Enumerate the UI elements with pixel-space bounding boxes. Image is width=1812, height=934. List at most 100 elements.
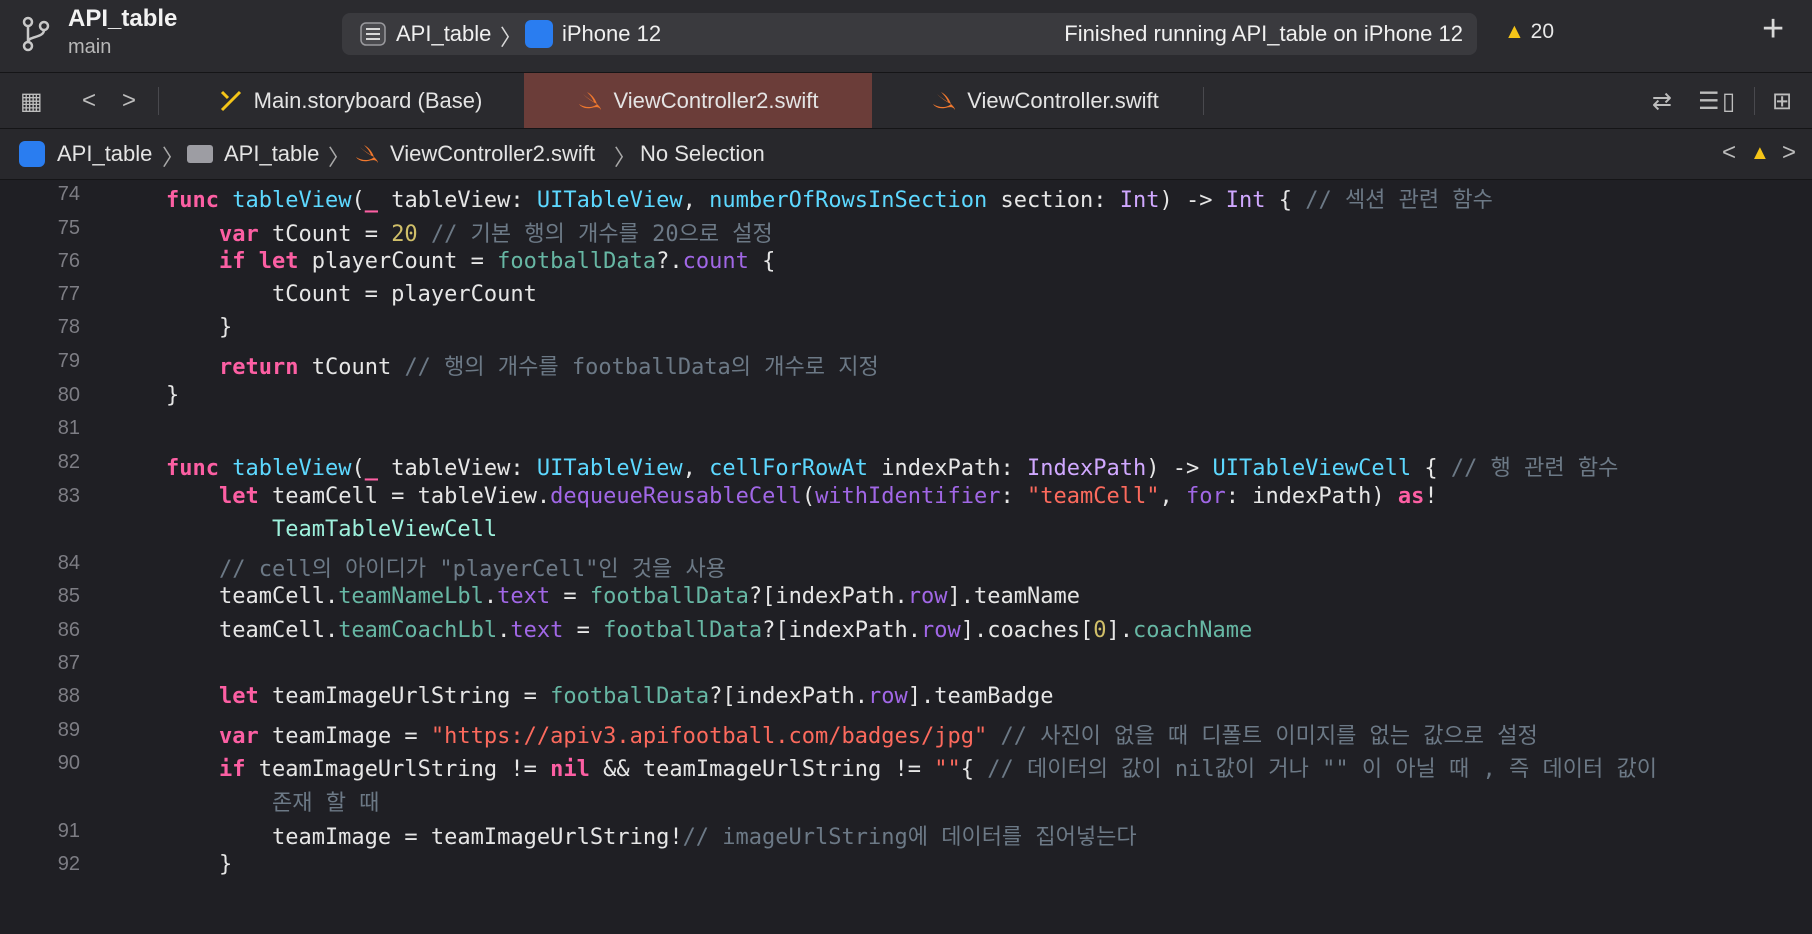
code-token: , (682, 188, 710, 213)
code-token: _ (364, 188, 378, 213)
code-text: teamCell.teamNameLbl.text = footballData… (166, 584, 1080, 609)
previous-issue-icon[interactable]: < (1722, 139, 1736, 167)
code-line[interactable]: 존재 할 때 (0, 783, 1812, 816)
tab-main-storyboard[interactable]: Main.storyboard (Base) (180, 73, 520, 128)
line-number: 89 (57, 719, 80, 741)
code-text: var tCount = 20 // 기본 행의 개수를 20으로 설정 (166, 216, 773, 248)
code-line[interactable]: 90 if teamImageUrlString != nil && teamI… (0, 749, 1812, 782)
activity-view: API_table 〉 iPhone 12 Finished running A… (342, 13, 1477, 55)
warning-icon[interactable]: ▲ (1750, 142, 1770, 165)
code-token: , (682, 456, 710, 481)
tab-viewcontroller2-swift[interactable]: ViewController2.swift (524, 73, 872, 128)
code-token: teamCell. (166, 618, 339, 643)
tab-label: Main.storyboard (Base) (253, 87, 483, 113)
code-token: playerCount = (298, 249, 498, 274)
code-line[interactable]: 88 let teamImageUrlString = footballData… (0, 682, 1812, 714)
code-text: } (166, 315, 232, 340)
scheme-target-icon[interactable] (360, 22, 386, 46)
code-token: "teamCell" (1027, 484, 1160, 509)
code-line[interactable]: 84 // cell의 아이디가 "playerCell"인 것을 사용 (0, 549, 1812, 583)
breadcrumb-folder[interactable]: API_table (224, 141, 319, 167)
code-line[interactable]: 89 var teamImage = "https://apiv3.apifoo… (0, 716, 1812, 749)
code-token: if (218, 249, 246, 274)
code-line[interactable]: 78 } (0, 313, 1812, 345)
code-line[interactable]: 83 let teamCell = tableView.dequeueReusa… (0, 482, 1812, 514)
swift-file-icon (579, 91, 602, 110)
swift-file-icon (356, 145, 378, 163)
code-text: let teamCell = tableView.dequeueReusable… (166, 484, 1438, 509)
code-line[interactable]: 80} (0, 381, 1812, 413)
minimap-options-icon[interactable]: ☰ (1698, 87, 1720, 116)
code-token: { (1411, 456, 1451, 481)
code-token: teamNameLbl (338, 584, 484, 609)
code-token: . (497, 618, 511, 643)
add-editor-icon[interactable]: ⊞ (1772, 87, 1792, 116)
code-token: withIdentifier (815, 484, 1001, 509)
code-token: "https://apiv3.apifootball.com/badges/jp… (430, 724, 988, 749)
tab-viewcontroller-swift[interactable]: ViewController.swift (880, 73, 1210, 128)
code-token: coachName (1132, 618, 1253, 643)
code-line[interactable]: 74 func tableView(_ tableView: UITableVie… (0, 180, 1812, 213)
code-token: dequeueReusableCell (550, 484, 802, 509)
code-line[interactable]: 77 tCount = playerCount (0, 280, 1812, 312)
code-token: "" (934, 757, 961, 782)
code-line[interactable]: 87 (0, 649, 1812, 681)
code-line[interactable]: 92 } (0, 850, 1812, 882)
next-issue-icon[interactable]: > (1782, 139, 1796, 167)
split-view-icon[interactable]: ▯ (1722, 87, 1735, 116)
line-number: 77 (57, 283, 80, 305)
toolbar: API_table main API_table 〉 iPhone 12 Fin… (0, 0, 1812, 73)
code-token: footballData (497, 249, 657, 274)
code-line[interactable]: TeamTableViewCell (0, 515, 1812, 547)
breadcrumb-project[interactable]: API_table (57, 141, 152, 167)
code-line[interactable]: 79 return tCount // 행의 개수를 footballData의… (0, 347, 1812, 381)
code-token: ].coaches[ (960, 618, 1094, 643)
warnings-indicator[interactable]: ▲ 20 (1504, 20, 1554, 44)
code-text: // cell의 아이디가 "playerCell"인 것을 사용 (166, 551, 726, 583)
back-arrow-icon[interactable]: < (82, 87, 96, 115)
code-token: // 섹션 관련 함수 (1305, 188, 1493, 213)
line-number: 91 (57, 820, 80, 842)
swap-arrows-icon[interactable]: ⇄ (1652, 87, 1672, 116)
forward-arrow-icon[interactable]: > (122, 87, 136, 115)
scheme-target-label[interactable]: API_table (396, 21, 491, 47)
code-line[interactable]: 81 (0, 414, 1812, 446)
code-text: func tableView(_ tableView: UITableView,… (166, 450, 1618, 482)
source-editor[interactable]: 74 func tableView(_ tableView: UITableVie… (0, 180, 1812, 934)
code-token: tCount (298, 355, 405, 380)
source-control-branch-icon[interactable] (22, 16, 50, 52)
warning-icon: ▲ (1504, 20, 1525, 43)
line-number: 83 (57, 485, 80, 507)
code-line[interactable]: 76 if let playerCount = footballData?.co… (0, 247, 1812, 279)
code-text: return tCount // 행의 개수를 footballData의 개수… (166, 349, 879, 381)
simulator-app-icon[interactable] (525, 20, 553, 48)
code-token: // 행의 개수를 footballData의 개수로 지정 (404, 355, 879, 380)
code-token: indexPath: (868, 456, 1028, 481)
add-icon[interactable]: + (1762, 10, 1784, 48)
grid-menu-icon[interactable]: ▦ (20, 87, 43, 116)
code-token: var (218, 222, 259, 247)
code-token: teamImageUrlString = (258, 684, 551, 709)
code-token: func (166, 188, 219, 213)
code-token: // 사진이 없을 때 디폴트 이미지를 없는 값으로 설정 (1000, 724, 1538, 749)
code-line[interactable]: 91 teamImage = teamImageUrlString!// ima… (0, 817, 1812, 850)
code-token: ( (801, 484, 816, 509)
breadcrumb-file[interactable]: ViewController2.swift (390, 141, 595, 167)
project-title[interactable]: API_table (68, 5, 177, 33)
scheme-device-label[interactable]: iPhone 12 (562, 21, 661, 47)
code-token: let (218, 484, 259, 509)
breadcrumb-selection[interactable]: No Selection (640, 141, 765, 167)
code-line[interactable]: 75 var tCount = 20 // 기본 행의 개수를 20으로 설정 (0, 214, 1812, 248)
line-number: 78 (57, 316, 80, 338)
code-token: : indexPath) (1225, 484, 1398, 509)
branch-name[interactable]: main (68, 36, 111, 59)
code-line[interactable]: 86 teamCell.teamCoachLbl.text = football… (0, 616, 1812, 648)
code-text: } (166, 383, 179, 408)
code-line[interactable]: 82 func tableView(_ tableView: UITableVie… (0, 448, 1812, 482)
code-token: row (907, 584, 948, 609)
code-line[interactable]: 85 teamCell.teamNameLbl.text = footballD… (0, 582, 1812, 614)
warning-count: 20 (1530, 20, 1554, 43)
